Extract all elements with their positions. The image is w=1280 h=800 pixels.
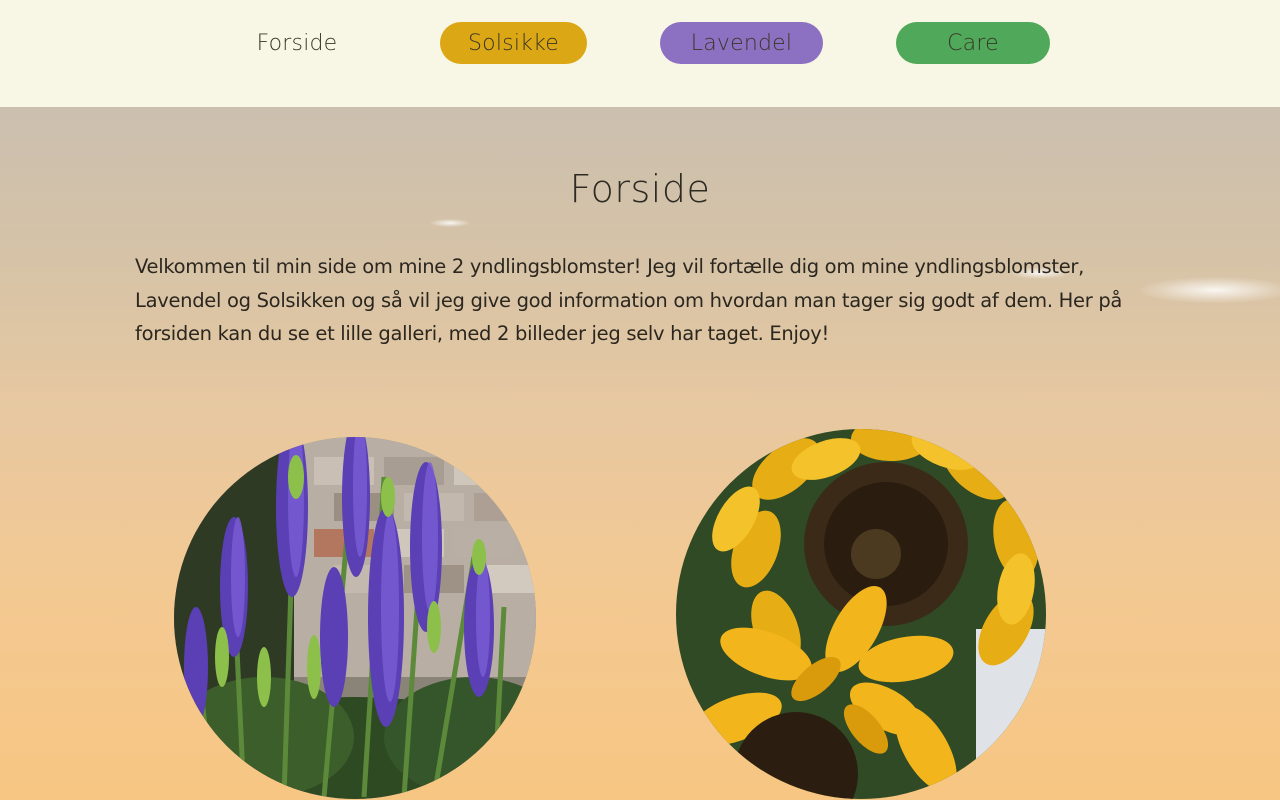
cloud-decoration bbox=[430, 219, 470, 227]
nav-link-care[interactable]: Care bbox=[896, 22, 1050, 64]
cloud-decoration bbox=[1140, 277, 1280, 303]
hero-section: Forside Velkommen til min side om mine 2… bbox=[0, 107, 1280, 800]
sunflower-photo bbox=[676, 429, 1046, 799]
intro-text: Velkommen til min side om mine 2 yndling… bbox=[135, 255, 1123, 345]
lavender-photo bbox=[174, 437, 536, 799]
top-navigation: Forside Solsikke Lavendel Care bbox=[0, 0, 1280, 107]
nav-link-lavendel[interactable]: Lavendel bbox=[660, 22, 823, 64]
nav-link-forside[interactable]: Forside bbox=[232, 22, 362, 64]
page-title: Forside bbox=[569, 167, 711, 211]
nav-link-solsikke[interactable]: Solsikke bbox=[440, 22, 587, 64]
